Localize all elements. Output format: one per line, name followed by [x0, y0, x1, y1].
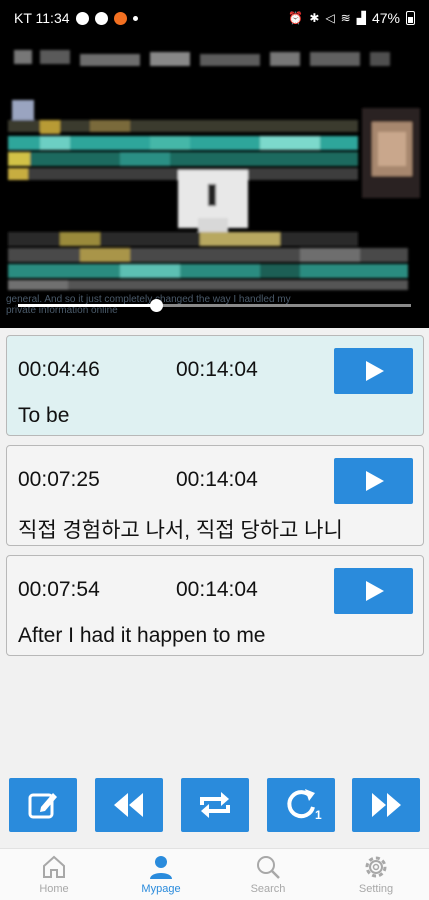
bookmark-text: 직접 경험하고 나서, 직접 당하고 나니	[18, 519, 343, 542]
edit-button[interactable]	[9, 778, 77, 832]
bookmark-card[interactable]: 00:04:46 00:14:04 To be	[6, 335, 424, 436]
person-icon	[150, 856, 172, 879]
nav-setting-label: Setting	[358, 883, 394, 895]
nav-search-label: Search	[250, 883, 286, 895]
bookmark-text: To be	[18, 404, 70, 427]
repeat-button[interactable]	[181, 778, 249, 832]
bookmark-text: After I had it happen to me	[18, 624, 266, 647]
nav-home[interactable]: Home	[11, 849, 97, 900]
bookmark-start-time: 00:04:46	[18, 358, 100, 381]
play-bookmark-button[interactable]	[334, 348, 413, 394]
bookmark-end-time: 00:14:04	[176, 358, 258, 381]
play-bookmark-button[interactable]	[334, 568, 413, 614]
status-bar: KT 11:34 ⏰ ✱ ◁ ≋ ▟ 47%	[0, 0, 429, 36]
seek-bar[interactable]	[18, 299, 411, 312]
signal-icon: ▟	[356, 11, 366, 25]
rewind-icon	[114, 793, 143, 817]
navigation-app-icon	[75, 11, 89, 25]
gear-icon	[365, 856, 387, 878]
mute-icon: ◁	[325, 11, 335, 25]
play-icon	[365, 361, 384, 381]
replay-one-button[interactable]: 1	[267, 778, 335, 832]
edit-icon	[28, 793, 57, 819]
rewind-button[interactable]	[95, 778, 163, 832]
nav-search[interactable]: Search	[225, 849, 311, 900]
bookmark-end-time: 00:14:04	[176, 468, 258, 491]
nav-home-label: Home	[39, 883, 69, 895]
fast-forward-icon	[372, 793, 401, 817]
bookmark-end-time: 00:14:04	[176, 578, 258, 601]
battery-percent: 47%	[371, 10, 400, 26]
alarm-icon: ⏰	[288, 11, 304, 25]
playback-controls: 1	[0, 778, 429, 832]
bookmark-start-time: 00:07:54	[18, 578, 100, 601]
repeat-icon	[200, 792, 230, 818]
bookmark-start-time: 00:07:25	[18, 468, 100, 491]
bookmark-card[interactable]: 00:07:54 00:14:04 After I had it happen …	[6, 555, 424, 656]
search-icon	[257, 856, 280, 879]
play-icon	[365, 581, 384, 601]
nav-mypage[interactable]: Mypage	[118, 849, 204, 900]
battery-icon	[406, 11, 415, 25]
home-icon	[43, 855, 65, 878]
seek-bar-progress	[18, 304, 156, 307]
replay-count-badge: 1	[315, 808, 322, 822]
wifi-icon: ≋	[340, 11, 351, 25]
bookmark-card[interactable]: 00:07:25 00:14:04 직접 경험하고 나서, 직접 당하고 나니	[6, 445, 424, 546]
more-notifications-icon	[132, 15, 138, 21]
carrier-time: KT 11:34	[14, 10, 70, 26]
nav-setting[interactable]: Setting	[333, 849, 419, 900]
notification-app-icon	[113, 11, 127, 25]
bottom-nav: Home Mypage Search Setting	[0, 848, 429, 900]
seek-bar-thumb[interactable]	[149, 299, 163, 312]
fast-forward-button[interactable]	[352, 778, 420, 832]
message-app-icon	[94, 11, 108, 25]
play-icon	[365, 471, 384, 491]
video-player[interactable]: general. And so it just completely chang…	[0, 36, 429, 328]
play-bookmark-button[interactable]	[334, 458, 413, 504]
bluetooth-icon: ✱	[309, 11, 320, 25]
nav-mypage-label: Mypage	[141, 883, 181, 895]
video-frame	[8, 50, 420, 290]
